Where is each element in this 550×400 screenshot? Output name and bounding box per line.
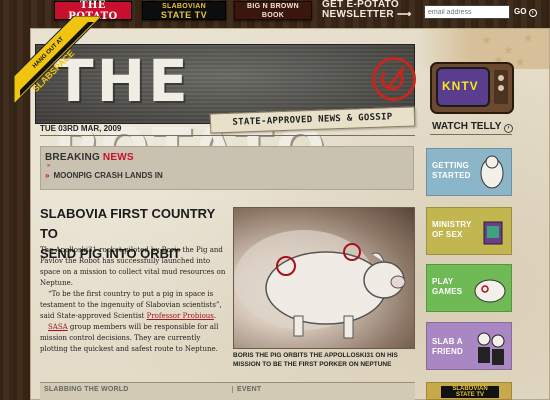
tile-label-line2: STARTED bbox=[432, 171, 471, 180]
tv-widget[interactable]: KNTV bbox=[430, 62, 514, 114]
star-icon: ★ bbox=[481, 33, 492, 47]
bullet-icon: » bbox=[47, 163, 51, 169]
box-icon bbox=[483, 221, 503, 245]
tagline-text: STATE-APPROVED NEWS & GOSSIP bbox=[232, 112, 393, 128]
star-icon: ★ bbox=[503, 43, 514, 57]
pig-character-icon bbox=[480, 155, 504, 189]
sidebar-tile-slab-a-friend[interactable]: SLAB A FRIEND bbox=[426, 322, 512, 370]
pig-games-icon bbox=[474, 279, 506, 303]
slabspace-sticker[interactable]: HANG OUT AT SLABSPACE bbox=[13, 15, 104, 106]
breaking-news-item-text: MOONPIG CRASH LANDS IN bbox=[53, 171, 163, 180]
tv-screen-text: KNTV bbox=[442, 79, 479, 93]
state-tv-badge: SLABOVIAN STATE TV bbox=[441, 386, 499, 398]
article-paragraph-2: “To be the first country to put a pig in… bbox=[40, 289, 230, 322]
sidebar-tile-play-games[interactable]: PLAY GAMES bbox=[426, 264, 512, 312]
image-caption: BORIS THE PIG ORBITS THE APPOLLOSKI31 ON… bbox=[233, 352, 398, 368]
breaking-news-item[interactable]: » MOONPIG CRASH LANDS IN bbox=[45, 171, 163, 180]
paragraph-3-rest: group members will be responsible for al… bbox=[40, 323, 219, 353]
chevron-right-icon: › bbox=[528, 9, 537, 17]
tile-label-line1: PLAY bbox=[432, 277, 454, 286]
divider bbox=[430, 134, 512, 135]
professor-probious-link[interactable]: Professor Probious bbox=[147, 312, 214, 320]
article-paragraph-3: SASA group members will be responsible f… bbox=[40, 322, 230, 355]
tile-label-line2: FRIEND bbox=[432, 347, 463, 356]
arrow-right-icon: ⟶ bbox=[396, 9, 412, 20]
hammer-sickle-icon bbox=[372, 57, 416, 101]
star-icon: ★ bbox=[523, 31, 534, 45]
nav-slabovian-state-tv[interactable]: SLABOVIAN STATE TV bbox=[142, 1, 226, 20]
divider bbox=[40, 135, 415, 136]
table-header-slabbing: SLABBING THE WORLD bbox=[44, 386, 129, 393]
breaking-news-title: BREAKING NEWS bbox=[45, 152, 134, 163]
email-input[interactable] bbox=[424, 5, 510, 19]
newsletter-signup-label: GET E-POTATO NEWSLETTER ⟶ bbox=[322, 0, 422, 20]
nav-book-line2: BOOK bbox=[261, 11, 285, 19]
paragraph-2-end: . bbox=[213, 312, 217, 320]
issue-date: TUE 03RD MAR, 2009 bbox=[40, 124, 122, 133]
breaking-label: BREAKING bbox=[45, 152, 103, 163]
tile-label-line1: GETTING bbox=[432, 161, 469, 170]
chevron-right-icon: › bbox=[504, 124, 514, 133]
sidebar-tile-ministry-of-sex[interactable]: MINISTRY OF SEX bbox=[426, 207, 512, 255]
nav-tv-line2: STATE TV bbox=[160, 9, 208, 20]
nav-book-line1: BIG N BROWN bbox=[247, 2, 299, 10]
article-paragraph-1: The Apolloski31 rocket piloted by Boris … bbox=[40, 246, 226, 287]
tile-label-line1: SLAB A bbox=[432, 337, 463, 346]
watch-telly-link[interactable]: WATCH TELLY › bbox=[432, 121, 514, 133]
tile-label-line2: GAMES bbox=[432, 287, 463, 296]
state-tv-line2: STATE TV bbox=[455, 392, 485, 398]
article-body: The Apolloski31 rocket piloted by Boris … bbox=[40, 245, 230, 355]
sasa-link[interactable]: SASA bbox=[48, 323, 68, 331]
bullet-icon: » bbox=[45, 171, 50, 180]
nav-big-n-brown-book[interactable]: BIG N BROWN BOOK bbox=[234, 1, 312, 20]
star-icon: ★ bbox=[515, 55, 526, 69]
breaking-news-box: BREAKING NEWS » » MOONPIG CRASH LANDS IN bbox=[40, 146, 414, 190]
pig-in-orbit-image[interactable] bbox=[233, 207, 415, 349]
newsletter-line2: NEWSLETTER bbox=[322, 9, 394, 20]
table-header-event: EVENT bbox=[232, 386, 261, 393]
events-table-header: SLABBING THE WORLD EVENT bbox=[40, 382, 415, 400]
tile-label-line1: MINISTRY bbox=[432, 220, 472, 229]
news-label: NEWS bbox=[102, 152, 134, 163]
tile-label-line2: OF SEX bbox=[432, 230, 463, 239]
go-button[interactable]: GO › bbox=[514, 7, 537, 17]
sidebar-tile-state-tv[interactable]: SLABOVIAN STATE TV bbox=[426, 382, 512, 400]
go-label: GO bbox=[514, 7, 527, 16]
watch-telly-label: WATCH TELLY bbox=[432, 121, 502, 132]
friends-icon bbox=[477, 332, 505, 365]
sidebar-tile-getting-started[interactable]: GETTING STARTED bbox=[426, 148, 512, 196]
headline-line1: SLABOVIA FIRST COUNTRY TO bbox=[40, 206, 216, 241]
